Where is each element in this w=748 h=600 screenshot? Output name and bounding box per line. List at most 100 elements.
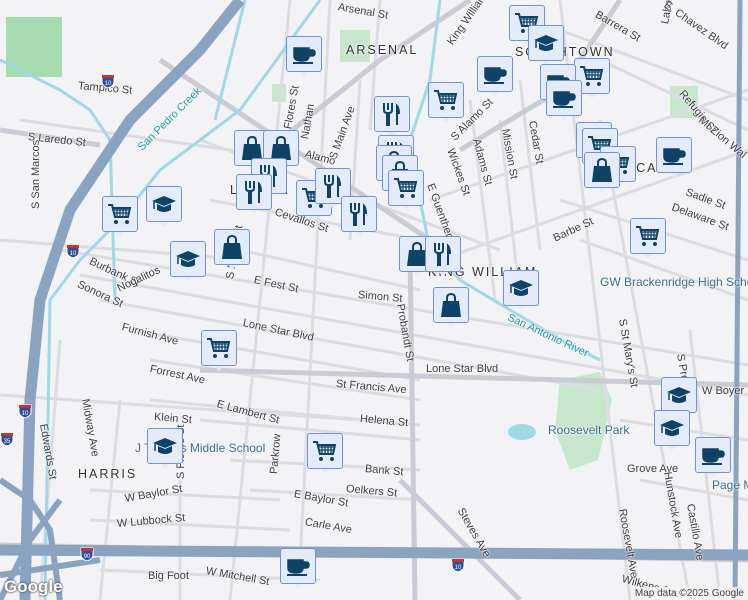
map-marker-grocery[interactable] — [201, 330, 237, 374]
grocery-icon — [434, 90, 458, 110]
map-marker-shopping[interactable] — [584, 152, 620, 196]
marker-box — [307, 433, 343, 469]
grocery-icon — [207, 338, 231, 358]
marker-box — [503, 270, 539, 306]
coffee-icon — [293, 47, 316, 64]
street-label: S San Marcos — [30, 139, 42, 209]
map-marker-school[interactable] — [654, 410, 690, 454]
school-icon — [660, 420, 684, 436]
marker-box — [170, 241, 206, 277]
map-marker-shopping[interactable] — [214, 229, 250, 273]
map-attribution[interactable]: Map data ©2025 Google — [630, 587, 748, 600]
grocery-icon — [394, 178, 418, 198]
map-marker-coffee[interactable] — [280, 548, 316, 592]
restaurant-icon — [383, 103, 400, 126]
street-label: W Boyer — [702, 385, 745, 397]
interstate-shield-icon: 35 — [0, 432, 14, 447]
svg-text:10: 10 — [22, 411, 29, 417]
map-marker-grocery[interactable] — [102, 196, 138, 240]
map-marker-school[interactable] — [147, 428, 183, 472]
restaurant-icon — [350, 203, 367, 226]
marker-box — [433, 287, 469, 323]
marker-box — [546, 80, 582, 116]
marker-box — [102, 196, 138, 232]
restaurant-icon — [434, 243, 451, 266]
map[interactable]: ARSENALSOUTHTOWNLAVACAKING WILLIAMHARRIS… — [0, 0, 748, 600]
google-logo: Google — [4, 577, 63, 596]
pond — [508, 424, 536, 440]
marker-box — [286, 36, 322, 72]
marker-box — [477, 56, 513, 92]
map-marker-restaurant[interactable] — [425, 236, 461, 280]
coffee-icon — [287, 559, 310, 576]
svg-text:10: 10 — [105, 81, 112, 87]
interstate-shield-icon: 90 — [80, 547, 94, 562]
map-marker-school[interactable] — [146, 186, 182, 230]
map-marker-restaurant[interactable] — [236, 174, 272, 218]
coffee-icon — [484, 67, 507, 84]
marker-box — [374, 96, 410, 132]
neighborhood-label: ARSENAL — [346, 43, 419, 57]
grocery-icon — [108, 204, 132, 224]
marker-box — [428, 82, 464, 118]
interstate-shield-icon: 10 — [66, 244, 80, 259]
marker-box — [388, 170, 424, 206]
grocery-icon — [636, 226, 660, 246]
shopping-icon — [592, 157, 612, 182]
map-marker-restaurant[interactable] — [341, 196, 377, 240]
map-marker-shopping[interactable] — [433, 287, 469, 331]
marker-box — [236, 174, 272, 210]
grocery-icon — [580, 66, 604, 86]
marker-box — [630, 218, 666, 254]
neighborhood-label: HARRIS — [78, 467, 138, 481]
school-icon — [152, 196, 176, 212]
marker-box — [656, 137, 692, 173]
map-marker-coffee[interactable] — [656, 137, 692, 181]
poi-label[interactable]: GW Brackenridge High School — [600, 275, 748, 289]
poi-label[interactable]: Roosevelt Park — [548, 423, 629, 437]
map-marker-coffee[interactable] — [477, 56, 513, 100]
svg-text:10: 10 — [455, 565, 462, 571]
grocery-icon — [313, 441, 337, 461]
svg-text:10: 10 — [70, 251, 77, 257]
street-label: Lone Star Blvd — [426, 363, 499, 375]
map-marker-coffee[interactable] — [286, 36, 322, 80]
map-marker-grocery[interactable] — [630, 218, 666, 262]
marker-box — [201, 330, 237, 366]
marker-box — [425, 236, 461, 272]
interstate-shield-icon: 10 — [451, 558, 465, 573]
shopping-icon — [441, 292, 461, 317]
map-marker-coffee[interactable] — [695, 437, 731, 481]
marker-box — [695, 437, 731, 473]
school-icon — [153, 438, 177, 454]
map-marker-grocery[interactable] — [428, 82, 464, 126]
map-marker-grocery[interactable] — [388, 170, 424, 214]
school-icon — [667, 387, 691, 403]
marker-box — [214, 229, 250, 265]
school-icon — [176, 251, 200, 267]
map-marker-grocery[interactable] — [307, 433, 343, 477]
marker-box — [147, 428, 183, 464]
school-icon — [509, 280, 533, 296]
map-marker-restaurant[interactable] — [374, 96, 410, 140]
marker-box — [280, 548, 316, 584]
school-icon — [534, 35, 558, 51]
svg-text:90: 90 — [84, 554, 91, 560]
street-label: Big Foot — [148, 570, 189, 582]
coffee-icon — [553, 91, 576, 108]
map-marker-coffee[interactable] — [546, 80, 582, 124]
svg-text:35: 35 — [4, 439, 11, 445]
map-marker-school[interactable] — [503, 270, 539, 314]
coffee-icon — [663, 148, 686, 165]
interstate-shield-icon: 10 — [18, 404, 32, 419]
marker-box — [661, 377, 697, 413]
marker-box — [584, 152, 620, 188]
marker-box — [654, 410, 690, 446]
restaurant-icon — [245, 181, 262, 204]
map-marker-school[interactable] — [170, 241, 206, 285]
map-marker-school[interactable] — [528, 25, 564, 69]
marker-box — [341, 196, 377, 232]
coffee-icon — [702, 448, 725, 465]
marker-box — [528, 25, 564, 61]
marker-box — [146, 186, 182, 222]
